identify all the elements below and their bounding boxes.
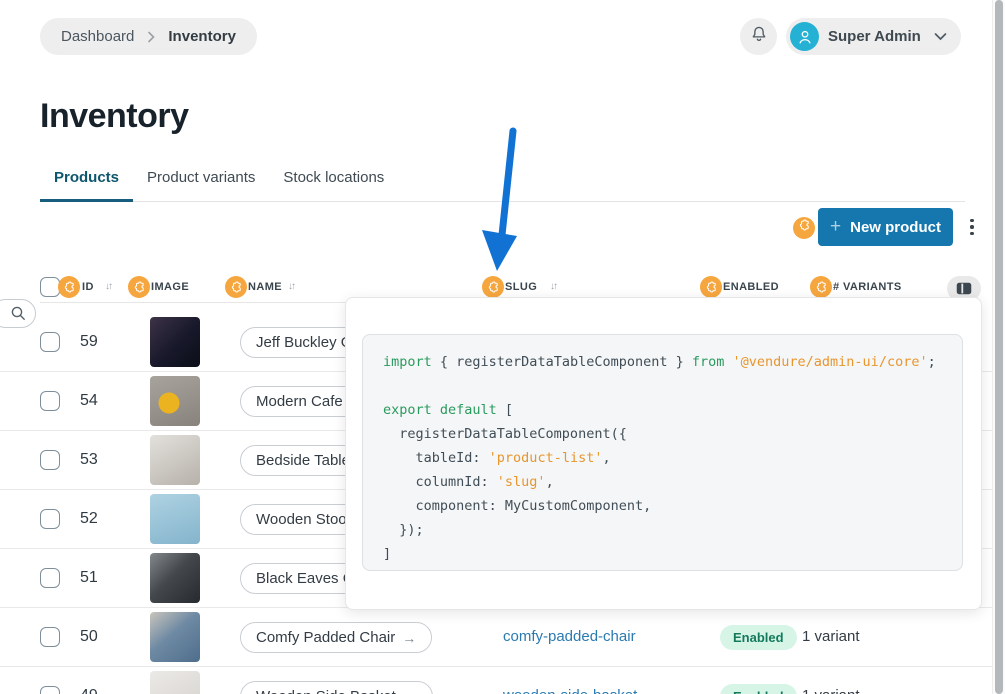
row-checkbox[interactable] [40,627,60,647]
product-image[interactable] [150,612,200,662]
column-header-id[interactable]: ID [82,281,94,293]
product-image[interactable] [150,435,200,485]
plus-icon: + [830,216,841,238]
notifications-button[interactable] [740,18,777,55]
row-checkbox[interactable] [40,686,60,694]
breadcrumb-dashboard[interactable]: Dashboard [61,28,134,45]
component-location-badge-slug[interactable] [482,276,504,298]
status-badge: Enabled [720,625,797,650]
cell-slug-link[interactable]: comfy-padded-chair [503,628,636,645]
component-location-badge-name[interactable] [225,276,247,298]
cell-id: 50 [80,628,98,646]
status-badge: Enabled [720,684,797,694]
table-row: 50 Comfy Padded Chair → comfy-padded-chair E… [0,608,1005,667]
component-location-badge-id[interactable] [58,276,80,298]
cell-id: 54 [80,392,98,410]
row-checkbox[interactable] [40,568,60,588]
arrow-right-icon: → [403,689,417,694]
cell-id: 59 [80,333,98,351]
page-title: Inventory [40,97,189,136]
cell-id: 53 [80,451,98,469]
row-checkbox[interactable] [40,450,60,470]
product-name-label: Wooden Side Basket [256,688,396,694]
tab-stock-locations[interactable]: Stock locations [269,163,398,201]
scrollbar-thumb[interactable] [995,0,1003,694]
product-name-label: Modern Cafe C [256,393,358,410]
column-header-image: IMAGE [151,281,189,293]
columns-icon [956,282,972,295]
row-checkbox[interactable] [40,391,60,411]
product-name-label: Jeff Buckley G [256,334,352,351]
code-line: tableId: 'product-list', [383,446,942,470]
user-menu[interactable]: Super Admin [786,18,961,55]
product-name-label: Comfy Padded Chair [256,629,395,646]
column-header-name[interactable]: NAME [248,281,282,293]
row-checkbox[interactable] [40,332,60,352]
breadcrumb-inventory: Inventory [168,28,236,45]
search-button[interactable] [0,299,36,328]
search-icon [10,305,27,322]
product-image[interactable] [150,376,200,426]
code-line [383,374,942,398]
breadcrumb[interactable]: Dashboard Inventory [40,18,257,55]
avatar [790,22,819,51]
user-name: Super Admin [828,28,921,45]
tab-bar: ProductsProduct variantsStock locations [40,163,965,202]
sort-icon-name[interactable]: ↓↑ [288,281,294,292]
product-name-link[interactable]: Wooden Side Basket → [240,681,433,694]
component-location-badge-enabled[interactable] [700,276,722,298]
product-name-label: Black Eaves C [256,570,354,587]
code-line: }); [383,518,942,542]
code-popup: import { registerDataTableComponent } fr… [345,297,982,610]
component-location-badge-image[interactable] [128,276,150,298]
product-name-label: Bedside Table [256,452,350,469]
sort-icon-id[interactable]: ↓↑ [105,281,111,292]
row-checkbox[interactable] [40,509,60,529]
product-image[interactable] [150,553,200,603]
code-line: registerDataTableComponent({ [383,422,942,446]
tab-products[interactable]: Products [40,163,133,202]
cell-variants: 1 variant [802,628,860,645]
product-image[interactable] [150,494,200,544]
sort-icon-slug[interactable]: ↓↑ [550,281,556,292]
product-name-link[interactable]: Comfy Padded Chair → [240,622,432,653]
cell-id: 52 [80,510,98,528]
table-row: 49 Wooden Side Basket → wooden-side-basket E… [0,667,1005,694]
more-actions-button[interactable] [964,212,980,242]
component-location-badge-variants[interactable] [810,276,832,298]
cell-id: 49 [80,687,98,694]
code-line: columnId: 'slug', [383,470,942,494]
column-header-variants: # VARIANTS [833,281,902,293]
cell-id: 51 [80,569,98,587]
column-header-slug[interactable]: SLUG [505,281,537,293]
column-header-enabled: ENABLED [723,281,779,293]
chevron-right-icon [146,31,156,43]
code-block: import { registerDataTableComponent } fr… [362,334,963,571]
code-line: import { registerDataTableComponent } fr… [383,350,942,374]
product-image[interactable] [150,317,200,367]
code-line: ] [383,542,942,566]
chevron-down-icon [934,32,947,41]
select-all-checkbox[interactable] [40,277,60,297]
product-image[interactable] [150,671,200,694]
bell-icon [750,25,768,48]
code-line: component: MyCustomComponent, [383,494,942,518]
arrow-right-icon: → [402,630,416,646]
puzzle-icon [798,219,811,237]
cell-slug-link[interactable]: wooden-side-basket [503,687,637,694]
tab-product-variants[interactable]: Product variants [133,163,269,201]
code-line: export default [ [383,398,942,422]
new-product-label: New product [850,219,941,236]
new-product-button[interactable]: + New product [818,208,953,246]
scrollbar[interactable] [992,0,1005,694]
product-name-label: Wooden Stool [256,511,350,528]
component-location-badge-new-product[interactable] [793,217,815,239]
cell-variants: 1 variant [802,687,860,694]
